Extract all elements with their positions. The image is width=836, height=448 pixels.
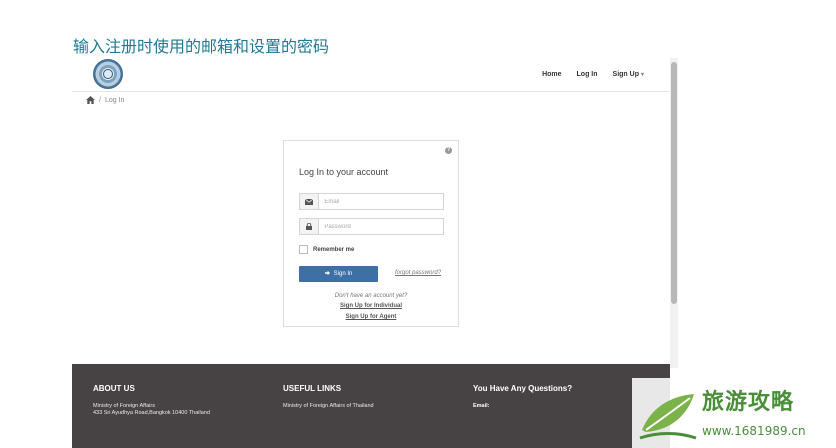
nav-login-link[interactable]: Log In bbox=[577, 71, 598, 78]
remember-me-label: Remember me bbox=[313, 246, 355, 253]
lock-icon bbox=[300, 219, 320, 234]
password-field bbox=[299, 218, 444, 235]
caret-down-icon: ▾ bbox=[640, 72, 644, 78]
footer-links: USEFUL LINKS Ministry of Foreign Affairs… bbox=[283, 384, 374, 410]
ministry-seal-logo[interactable] bbox=[93, 59, 123, 89]
top-navbar: Home Log In Sign Up ▾ bbox=[72, 58, 670, 92]
breadcrumb: / Log In bbox=[86, 96, 124, 104]
breadcrumb-separator: / bbox=[99, 96, 101, 104]
seal-emblem-icon bbox=[103, 69, 113, 79]
footer-questions-heading: You Have Any Questions? bbox=[473, 384, 573, 393]
watermark-title: 旅游攻略 bbox=[702, 390, 795, 415]
no-account-text: Don't have an account yet? bbox=[334, 293, 408, 299]
footer-about-text: Ministry of Foreign Affairs 433 Sri Ayud… bbox=[93, 403, 210, 417]
scrollbar-thumb[interactable] bbox=[671, 62, 677, 304]
watermark-url: www.1681989.cn bbox=[702, 424, 806, 438]
nav-signup-label: Sign Up bbox=[612, 71, 639, 78]
sign-in-label: Sign In bbox=[333, 271, 353, 277]
footer-about-line2: 433 Sri Ayudhya Road,Bangkok 10400 Thail… bbox=[93, 410, 210, 416]
password-input[interactable] bbox=[319, 219, 443, 234]
site-footer: ABOUT US Ministry of Foreign Affairs 433… bbox=[72, 364, 670, 448]
footer-email-label: Email: bbox=[473, 403, 490, 409]
signup-individual-link[interactable]: Sign Up for Individual bbox=[284, 303, 458, 309]
nav-signup-dropdown[interactable]: Sign Up ▾ bbox=[613, 71, 644, 78]
envelope-icon bbox=[300, 194, 320, 209]
remember-me: Remember me bbox=[299, 245, 354, 254]
nav-home-link[interactable]: Home bbox=[542, 71, 561, 78]
sign-in-button[interactable]: Sign In bbox=[299, 266, 378, 282]
browser-viewport: Home Log In Sign Up ▾ / Log In ? Log In t… bbox=[72, 58, 678, 448]
page-caption: 输入注册时使用的邮箱和设置的密码 bbox=[73, 37, 330, 56]
signup-agent-link[interactable]: Sign Up for Agent bbox=[284, 314, 458, 320]
page-scrollbar[interactable] bbox=[670, 58, 678, 368]
forgot-password-link[interactable]: forgot password? bbox=[395, 270, 441, 276]
sign-in-icon bbox=[324, 270, 331, 278]
footer-links-heading: USEFUL LINKS bbox=[283, 384, 342, 393]
email-field bbox=[299, 193, 444, 210]
breadcrumb-current: Log In bbox=[104, 96, 125, 104]
site-watermark: 旅游攻略 www.1681989.cn bbox=[632, 378, 836, 448]
footer-about: ABOUT US Ministry of Foreign Affairs 433… bbox=[93, 384, 210, 417]
footer-link-mfa[interactable]: Ministry of Foreign Affairs of Thailand bbox=[283, 403, 374, 410]
nav-links: Home Log In Sign Up ▾ bbox=[542, 71, 644, 78]
remember-me-checkbox[interactable] bbox=[299, 245, 308, 254]
leaf-logo-icon bbox=[639, 394, 697, 440]
question-circle-icon[interactable]: ? bbox=[445, 147, 452, 154]
email-input[interactable] bbox=[319, 194, 443, 209]
home-icon[interactable] bbox=[86, 96, 95, 104]
login-panel: ? Log In to your account Remember me Sig… bbox=[283, 140, 459, 327]
footer-questions: You Have Any Questions? Email: bbox=[473, 384, 572, 409]
footer-about-heading: ABOUT US bbox=[93, 384, 135, 393]
login-title: Log In to your account bbox=[299, 167, 389, 177]
footer-about-line1: Ministry of Foreign Affairs bbox=[93, 403, 155, 409]
